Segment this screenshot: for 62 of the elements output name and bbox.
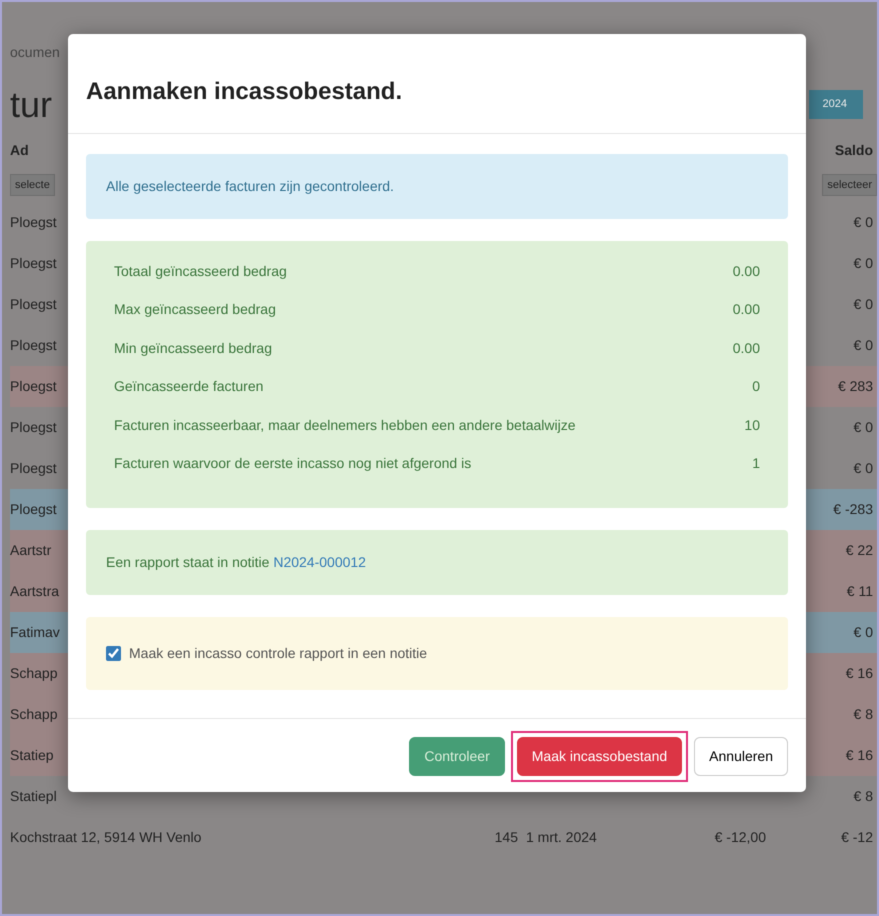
table-cell-text: Ploegst (10, 213, 57, 232)
stat-value: 0.00 (732, 262, 760, 281)
table-cell-text: Aartstra (10, 582, 60, 601)
table-cell-text: 1 mrt. 2024 (526, 828, 598, 847)
stat-label: Geïncasseerde facturen (114, 377, 264, 396)
table-cell-text: Ploegst (10, 418, 57, 437)
table-cell-text: Ploegst (10, 377, 57, 396)
table-cell-text: € 8 (854, 705, 873, 724)
table-cell-text: € 0 (854, 623, 873, 642)
note-link[interactable]: N2024-000012 (273, 554, 366, 570)
table-cell-text: Schapp (10, 705, 58, 724)
info-alert: Alle geselecteerde facturen zijn gecontroleerd. (86, 154, 788, 219)
stat-label: Facturen incasseerbaar, maar deelnemers hebben een andere betaalwijze (114, 416, 576, 435)
column-header[interactable]: Ad (10, 140, 29, 160)
table-cell-text: Fatimav (10, 623, 60, 642)
table-cell-text: € 0 (854, 418, 873, 437)
table-cell-text: € 8 (854, 787, 873, 806)
table-cell-text: Ploegst (10, 295, 57, 314)
stat-value: 0 (752, 377, 760, 396)
select-button[interactable]: selecte (10, 174, 55, 196)
table-cell-text: € 11 (846, 582, 873, 601)
stat-label: Totaal geïncasseerd bedrag (114, 262, 287, 281)
table-cell-text: Ploegst (10, 500, 57, 519)
table-cell-text: € 0 (854, 459, 873, 478)
table-cell-text: € 16 (846, 746, 873, 765)
table-cell-text: € -283 (833, 500, 873, 519)
table-cell-text: € -12,00 (714, 828, 766, 847)
table-cell-text: Statiep (10, 746, 54, 765)
stat-label: Facturen waarvoor de eerste incasso nog niet afgerond is (114, 454, 472, 474)
stat-label: Max geïncasseerd bedrag (114, 300, 276, 320)
table-cell-text: € 0 (854, 213, 873, 232)
table-cell-text: € 283 (838, 377, 873, 396)
table-cell-text: Ploegst (10, 459, 57, 478)
table-cell-text: 145 (494, 828, 518, 847)
table-cell-text: € 16 (846, 664, 873, 683)
stat-label: Min geïncasseerd bedrag (114, 338, 272, 358)
breadcrumb[interactable]: ocumen (10, 44, 60, 60)
page-heading: tur (10, 82, 52, 126)
report-text: Een rapport staat in notitie (106, 554, 270, 570)
report-checkbox[interactable] (106, 646, 121, 661)
stat-value: 10 (744, 416, 760, 435)
table-cell-text: € 22 (846, 541, 873, 560)
table-cell-text: Ploegst (10, 254, 57, 273)
dialog-title: Aanmaken incassobestand. (86, 78, 404, 107)
table-cell-text: Statiepl (10, 787, 57, 806)
table-cell-text: Aartstr (10, 541, 52, 560)
table-cell-text: Schapp (10, 664, 58, 683)
table-cell-text: € -12 (841, 828, 873, 847)
table-cell-text: € 0 (854, 295, 873, 314)
dialog-button[interactable]: Maak incassobestand (516, 736, 682, 776)
table-cell-text: € 0 (854, 254, 873, 273)
stat-value: 0.00 (732, 300, 760, 320)
year-badge: 2024 (808, 90, 863, 119)
table-cell-text: Kochstraat 12, 5914 WH Venlo (10, 828, 202, 847)
select-button[interactable]: selecteer (822, 174, 877, 196)
dialog-button[interactable]: Annuleren (694, 736, 788, 776)
checkbox-label: Maak een incasso controle rapport in een notitie (129, 644, 428, 663)
stat-value: 1 (752, 454, 760, 474)
column-header[interactable]: Saldo (834, 140, 873, 160)
stat-value: 0.00 (732, 338, 760, 358)
table-cell-text: Ploegst (10, 336, 57, 355)
table-cell-text: € 0 (854, 336, 873, 355)
